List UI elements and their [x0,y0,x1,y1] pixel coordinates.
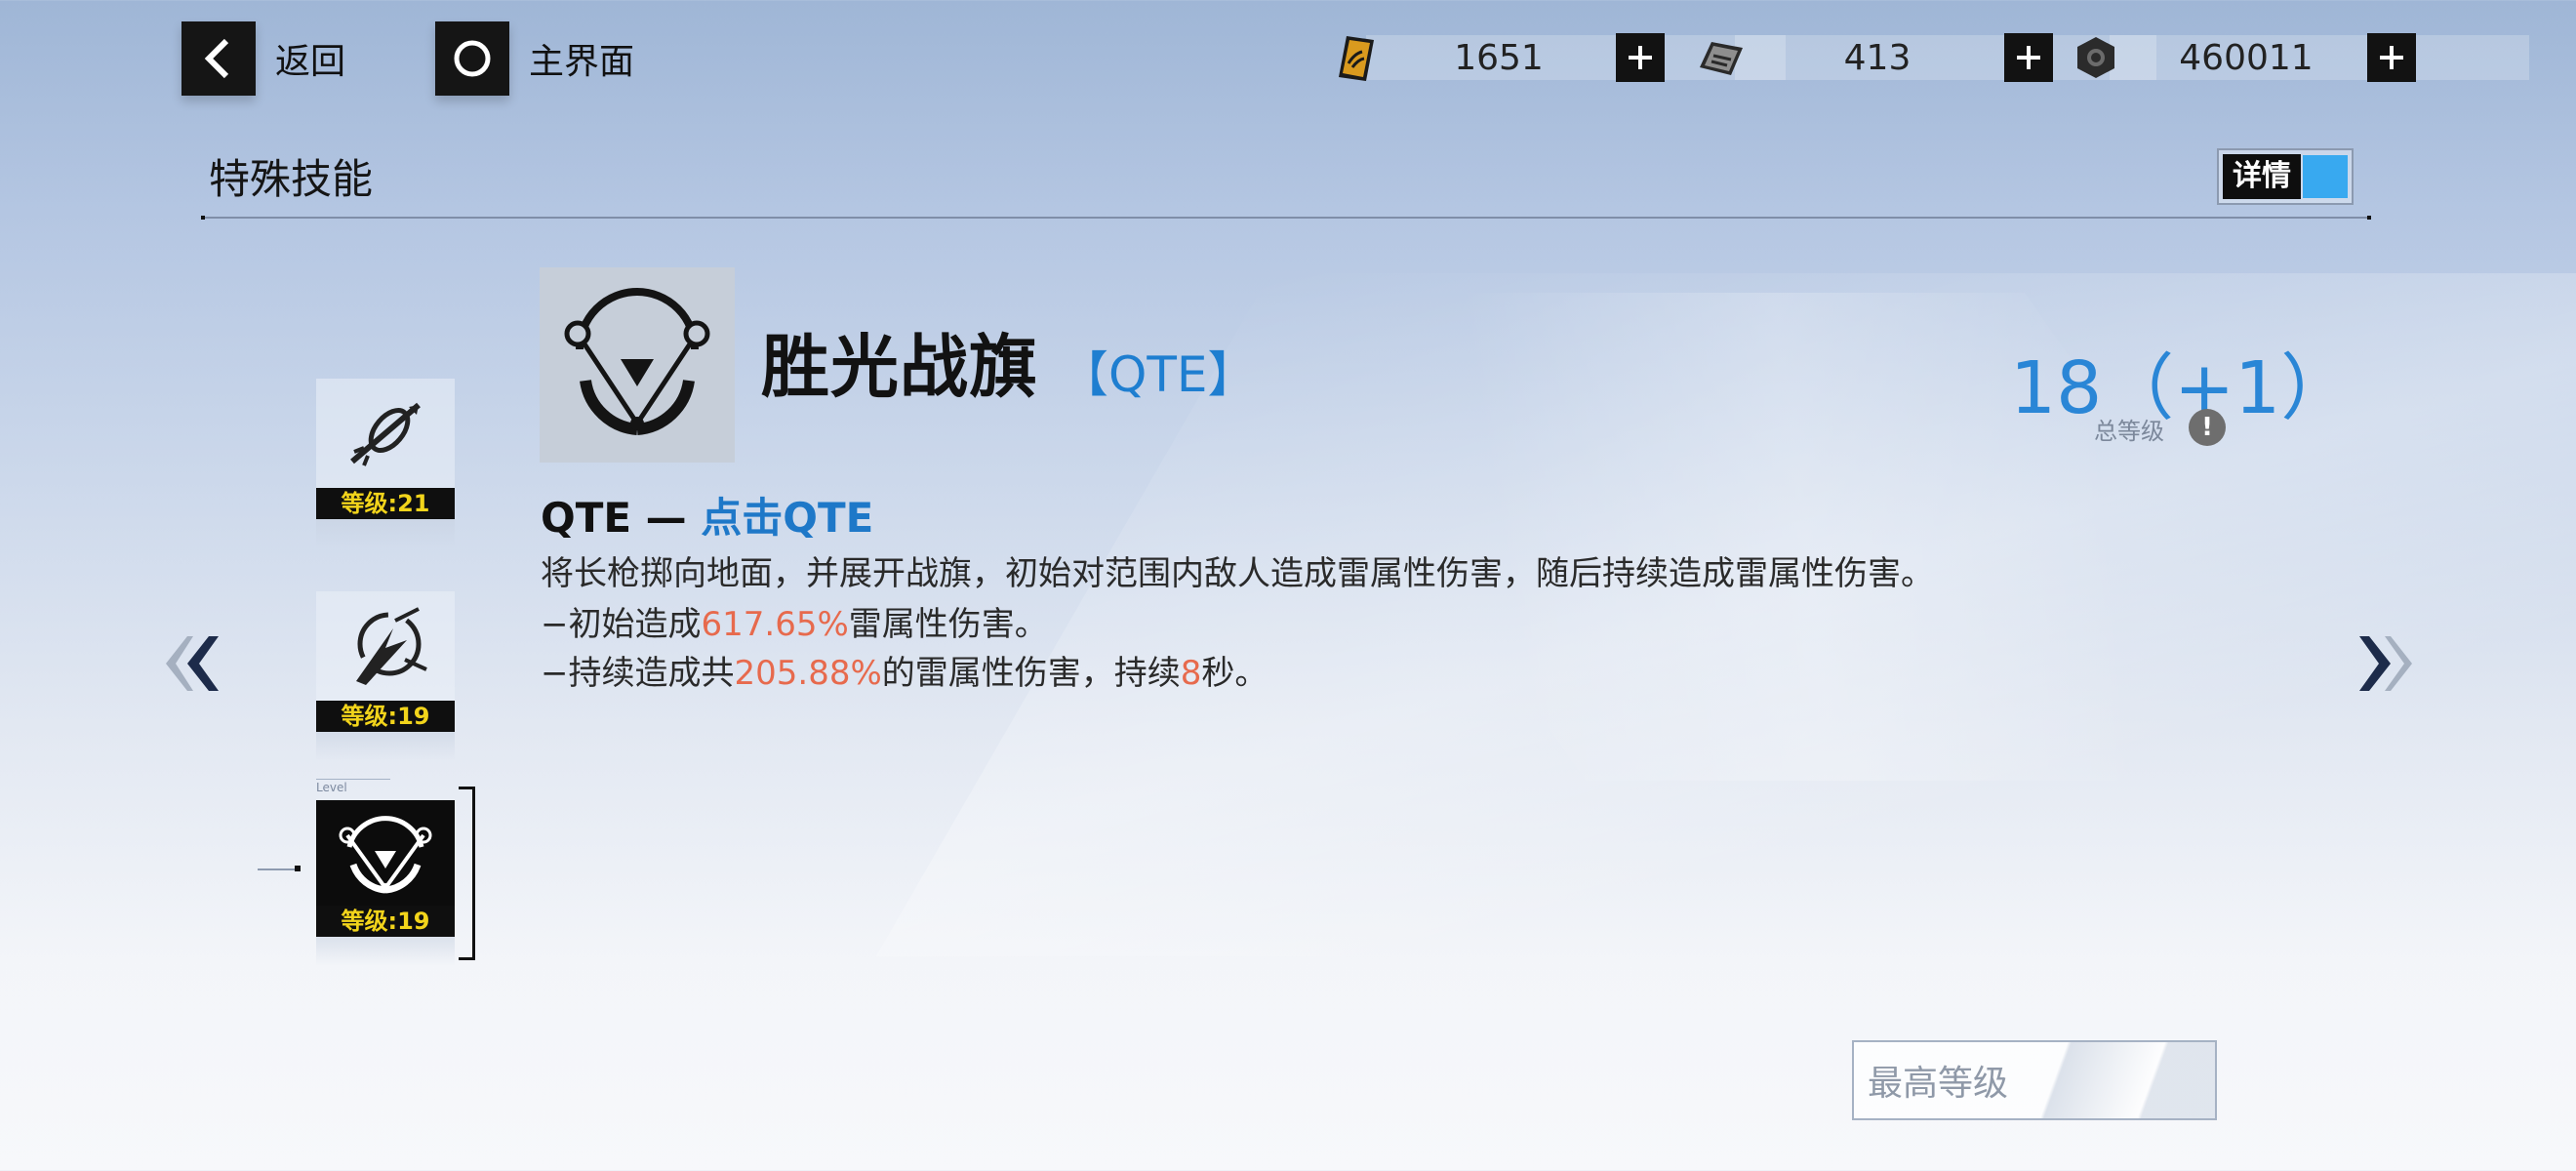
skill-level-label: 等级:21 [316,488,455,519]
hex-nut-icon [2067,31,2125,84]
max-level-button[interactable]: 最高等级 [1852,1040,2217,1120]
duration-value: 8 [1180,654,1202,693]
resource-chip-card: 413 [1692,31,2156,84]
trigger-prefix: QTE — [541,494,702,542]
add-chip-card-button[interactable] [2004,33,2053,82]
add-gold-ticket-button[interactable] [1616,33,1665,82]
resource-gold-ticket: 1651 [1323,31,1786,84]
chip-card-icon [1692,31,1751,84]
dot-damage-value: 205.88% [734,654,882,693]
skill-level-label: 等级:19 [316,906,455,937]
initial-damage-value: 617.65% [701,605,849,644]
selection-bracket [459,787,475,960]
next-skill-arrow[interactable] [2352,625,2420,703]
double-chevron-left-icon [166,636,219,691]
page-title: 特殊技能 [209,155,374,203]
total-level-value: 18（+1） [2010,346,2354,430]
max-level-label: 最高等级 [1868,1064,2009,1104]
skill-type-tag: 【QTE】 [1060,346,1257,403]
chip-card-count: 413 [1843,37,1912,78]
battle-flag-skill-icon [540,267,735,463]
gold-ticket-icon [1323,31,1382,84]
skill-description-line: 将长枪掷向地面，并展开战旗，初始对范围内敌人造成雷属性伤害，随后持续造成雷属性伤… [541,554,1934,593]
trigger-highlight: 点击QTE [701,494,874,542]
chevron-left-icon [181,21,256,96]
battle-flag-skill-icon [316,800,455,906]
detail-toggle[interactable]: 详情 [2217,148,2354,205]
add-hex-nut-button[interactable] [2367,33,2416,82]
skill-name: 胜光战旗 [761,327,1038,407]
toggle-knob [2303,155,2348,198]
info-icon[interactable]: ! [2189,409,2226,446]
skill-slot-2[interactable]: 等级:19 [316,591,455,761]
level-caption: Level [316,781,347,794]
resource-hex-nut: 460011 [2067,31,2529,84]
prev-skill-arrow[interactable] [158,625,226,703]
skill-trigger-heading: QTE — 点击QTE [541,485,873,545]
back-button[interactable]: 返回 [181,21,345,96]
skill-level-label: 等级:19 [316,701,455,732]
spear-ring-skill-icon [316,379,455,488]
gold-ticket-count: 1651 [1454,37,1544,78]
home-button[interactable]: 主界面 [435,21,634,96]
total-level-label: 总等级 [2094,418,2164,445]
header-divider [201,216,2371,220]
double-chevron-right-icon [2359,636,2412,691]
hex-nut-count: 460011 [2179,37,2314,78]
detail-toggle-label: 详情 [2223,154,2301,199]
lightning-strike-skill-icon [316,591,455,701]
home-label: 主界面 [529,42,635,82]
back-label: 返回 [275,42,346,82]
skill-description-line: −持续造成共205.88%的雷属性伤害，持续8秒。 [541,654,1268,693]
skill-description-line: −初始造成617.65%雷属性伤害。 [541,605,1048,644]
circle-home-icon [435,21,509,96]
skill-slot-3-selected[interactable]: 等级:19 [316,800,455,966]
skill-slot-1[interactable]: 等级:21 [316,379,455,548]
